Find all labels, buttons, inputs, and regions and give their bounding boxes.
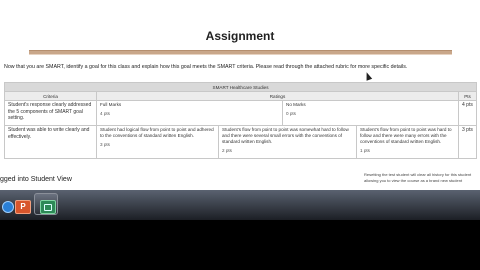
criteria-header: Criteria: [4, 91, 97, 101]
rating-points: 0 pts: [286, 111, 296, 116]
rating-cell: No Marks 0 pts: [282, 100, 459, 126]
points-cell: 4 pts: [457, 100, 478, 126]
title-divider: [29, 50, 452, 55]
reset-note-line: allowing you to view the course as a bra…: [364, 178, 463, 183]
rating-title: Student's flow from point to point was s…: [222, 127, 349, 144]
rating-cell: Full Marks 4 pts: [96, 100, 283, 126]
rubric-table: SMART Healthcare Studies Criteria Rating…: [3, 82, 478, 159]
criterion-cell: Student's response clearly addressed the…: [4, 100, 97, 126]
windows-taskbar: [0, 190, 480, 220]
ratings-header: Ratings: [96, 91, 459, 101]
rubric-row: Student was able to write clearly and ef…: [4, 125, 478, 159]
page-title: Assignment: [205, 29, 275, 43]
rating-cell: Student's flow from point to point was h…: [356, 125, 459, 159]
rating-cell: Student had logical flow from point to p…: [96, 125, 219, 159]
rating-title: Student had logical flow from point to p…: [100, 127, 214, 138]
rating-title: Student's flow from point to point was h…: [360, 127, 452, 144]
rubric-row: Student's response clearly addressed the…: [4, 100, 478, 126]
pts-header: Pts: [457, 91, 478, 101]
rating-title: No Marks: [286, 102, 306, 107]
rubric-title: SMART Healthcare Studies: [3, 82, 478, 92]
browser-content: Assignment Now that you are SMART, ident…: [0, 0, 480, 190]
rating-title: Full Marks: [100, 102, 122, 107]
powerpoint-icon[interactable]: P: [15, 200, 31, 214]
assignment-description: Now that you are SMART, identify a goal …: [4, 64, 408, 70]
rating-points: 1 pts: [360, 148, 370, 153]
criterion-cell: Student was able to write clearly and ef…: [4, 125, 97, 159]
rating-points: 4 pts: [100, 111, 110, 116]
rating-points: 3 pts: [100, 142, 110, 147]
reset-student-note: Resetting the test student will clear al…: [364, 172, 471, 184]
student-view-status: gged into Student View: [0, 176, 72, 183]
internet-explorer-icon[interactable]: [2, 201, 14, 213]
points-cell: 3 pts: [457, 125, 478, 159]
mouse-cursor-icon: [363, 71, 373, 81]
camtasia-icon[interactable]: [40, 200, 56, 214]
rating-points: 2 pts: [222, 148, 232, 153]
rating-cell: Student's flow from point to point was s…: [218, 125, 357, 159]
